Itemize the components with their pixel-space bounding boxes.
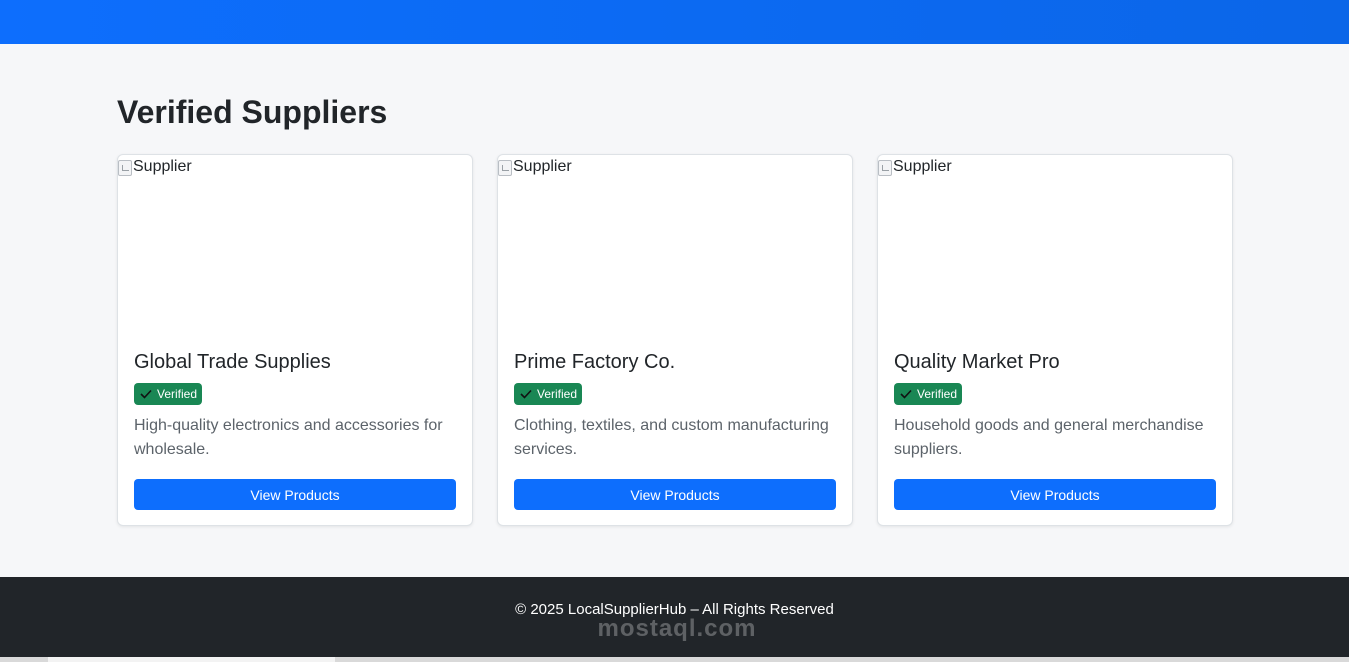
supplier-image: Supplier <box>878 155 1232 335</box>
check-icon <box>520 389 532 399</box>
supplier-image-alt: Supplier <box>513 158 572 175</box>
broken-image-icon <box>878 160 892 176</box>
verified-badge-label: Verified <box>537 387 578 401</box>
supplier-card: Supplier Prime Factory Co. Verified Clot… <box>497 154 853 526</box>
verified-badge: Verified <box>514 383 583 405</box>
verified-badge: Verified <box>134 383 203 405</box>
supplier-card-body: Quality Market Pro Verified Household go… <box>894 351 1216 462</box>
top-navbar <box>0 0 1349 44</box>
page-title: Verified Suppliers <box>117 94 388 130</box>
horizontal-scrollbar-thumb[interactable] <box>48 657 335 662</box>
view-products-button[interactable]: View Products <box>894 479 1216 510</box>
supplier-image: Supplier <box>118 155 472 335</box>
view-products-button[interactable]: View Products <box>134 479 456 510</box>
verified-badge: Verified <box>894 383 963 405</box>
supplier-description: Clothing, textiles, and custom manufactu… <box>514 417 829 458</box>
check-icon <box>900 389 912 399</box>
supplier-card: Supplier Quality Market Pro Verified Hou… <box>877 154 1233 526</box>
verified-badge-label: Verified <box>917 387 958 401</box>
supplier-image: Supplier <box>498 155 852 335</box>
supplier-image-alt: Supplier <box>893 158 952 175</box>
verified-badge-label: Verified <box>157 387 198 401</box>
broken-image-icon <box>498 160 512 176</box>
view-products-button[interactable]: View Products <box>514 479 836 510</box>
supplier-image-alt: Supplier <box>133 158 192 175</box>
supplier-card-body: Prime Factory Co. Verified Clothing, tex… <box>514 351 836 462</box>
watermark-logo: mostaql.com <box>597 615 757 642</box>
check-icon <box>140 389 152 399</box>
page-footer: © 2025 LocalSupplierHub – All Rights Res… <box>0 577 1349 657</box>
supplier-card: Supplier Global Trade Supplies Verified … <box>117 154 473 526</box>
supplier-name: Quality Market Pro <box>894 351 1060 373</box>
supplier-description: Household goods and general merchandise … <box>894 417 1204 458</box>
supplier-card-list: Supplier Global Trade Supplies Verified … <box>117 154 1233 526</box>
broken-image-icon <box>118 160 132 176</box>
supplier-card-body: Global Trade Supplies Verified High-qual… <box>134 351 456 462</box>
supplier-name: Prime Factory Co. <box>514 351 676 373</box>
supplier-name: Global Trade Supplies <box>134 351 331 373</box>
supplier-description: High-quality electronics and accessories… <box>134 417 443 458</box>
